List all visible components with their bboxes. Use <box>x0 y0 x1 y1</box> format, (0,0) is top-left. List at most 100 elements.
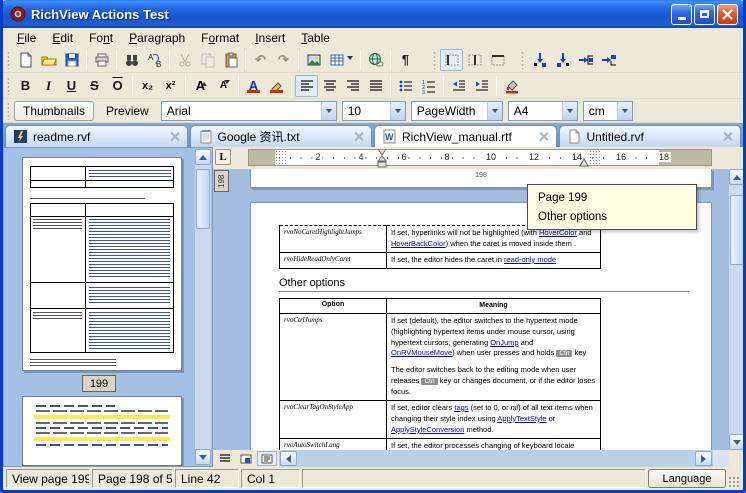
dropdown-arrow-icon[interactable] <box>617 102 632 120</box>
scroll-down-button[interactable] <box>195 449 211 465</box>
page-tooltip: Page 199 Other options <box>527 184 697 230</box>
new-document-button[interactable] <box>14 49 37 71</box>
tab-close-icon[interactable] <box>353 131 364 142</box>
page-layout-button[interactable] <box>257 451 277 466</box>
insert-picture-button[interactable] <box>302 49 325 71</box>
menu-insert[interactable]: Insert <box>247 29 293 47</box>
open-document-button[interactable] <box>37 49 60 71</box>
fill-color-button[interactable] <box>500 75 523 97</box>
web-layout-button[interactable] <box>236 451 256 466</box>
scroll-down-button[interactable] <box>729 434 745 450</box>
tab-google-txt[interactable]: Google 资讯.txt <box>190 125 373 147</box>
grow-font-button[interactable]: A <box>189 75 212 97</box>
dropdown-arrow-icon[interactable] <box>487 102 502 120</box>
preview-button[interactable]: Preview <box>98 101 157 121</box>
minimize-button[interactable] <box>671 4 692 25</box>
paste-button[interactable] <box>219 49 242 71</box>
menu-paragraph[interactable]: Paragraph <box>121 29 193 47</box>
resize-grip[interactable] <box>728 476 740 488</box>
menu-font[interactable]: Font <box>81 29 121 47</box>
language-button[interactable]: Language <box>648 469 726 488</box>
sidenote-button[interactable] <box>574 49 597 71</box>
thumbnail-page-200[interactable] <box>22 396 182 466</box>
strikethrough-button[interactable]: S <box>83 75 106 97</box>
toolbar-grip[interactable] <box>5 102 12 120</box>
horizontal-ruler[interactable]: 2 4 6 8 10 12 14 16 18 <box>248 149 712 166</box>
increase-indent-button[interactable] <box>470 75 493 97</box>
insert-table-button[interactable] <box>325 49 357 71</box>
dropdown-arrow-icon[interactable] <box>562 102 577 120</box>
superscript-button[interactable]: x² <box>159 75 182 97</box>
border-top-button[interactable] <box>486 49 509 71</box>
tab-readme-rvf[interactable]: readme.rvf <box>5 125 188 147</box>
separator <box>291 76 292 96</box>
italic-button[interactable]: I <box>37 75 60 97</box>
zoom-combo[interactable]: PageWidth <box>411 101 503 121</box>
right-indent-marker[interactable] <box>579 158 589 167</box>
toolbar-grip[interactable] <box>5 51 12 69</box>
units-combo[interactable]: cm <box>583 101 633 121</box>
scroll-right-button[interactable] <box>695 451 712 466</box>
scroll-up-button[interactable] <box>729 169 745 185</box>
underline-button[interactable]: U <box>60 75 83 97</box>
horizontal-scrollbar[interactable] <box>279 450 713 467</box>
scrollbar-thumb[interactable] <box>196 169 210 229</box>
menu-table[interactable]: Table <box>293 29 338 47</box>
scrollbar-thumb[interactable] <box>730 195 744 265</box>
numbering-button[interactable]: 123 <box>417 75 440 97</box>
menu-edit[interactable]: Edit <box>44 29 81 47</box>
bullets-button[interactable] <box>394 75 417 97</box>
tab-richview-manual-rtf[interactable]: W RichView_manual.rtf <box>374 125 557 147</box>
menu-format[interactable]: Format <box>193 29 247 47</box>
print-button[interactable] <box>90 49 113 71</box>
tab-stop-type-button[interactable]: L <box>215 149 231 165</box>
endnote-button[interactable] <box>551 49 574 71</box>
thumbnail-page-199[interactable] <box>22 157 182 371</box>
toolbar-grip[interactable] <box>519 51 526 69</box>
find-button[interactable] <box>120 49 143 71</box>
title-bar[interactable]: RichView Actions Test <box>0 0 746 28</box>
overline-button[interactable]: O <box>106 75 129 97</box>
font-size-combo[interactable]: 10 <box>342 101 406 121</box>
bold-button[interactable]: B <box>14 75 37 97</box>
align-left-button[interactable] <box>295 75 318 97</box>
border-center-button[interactable] <box>463 49 486 71</box>
editor-vertical-scrollbar[interactable] <box>729 169 745 450</box>
justify-button[interactable] <box>364 75 387 97</box>
save-button[interactable] <box>60 49 83 71</box>
paper-size-combo[interactable]: A4 <box>508 101 578 121</box>
tab-close-icon[interactable] <box>538 131 549 142</box>
replace-button[interactable]: AB <box>143 49 166 71</box>
font-color-button[interactable]: A <box>242 75 265 97</box>
scroll-up-button[interactable] <box>195 149 211 165</box>
shrink-font-button[interactable]: A <box>212 75 235 97</box>
indent-marker[interactable] <box>377 149 387 168</box>
scroll-left-button[interactable] <box>280 451 297 466</box>
dropdown-arrow-icon[interactable] <box>390 102 405 120</box>
align-right-button[interactable] <box>341 75 364 97</box>
close-button[interactable] <box>717 4 738 25</box>
show-formatting-marks-button[interactable]: ¶ <box>394 49 417 71</box>
thumbnails-scrollbar[interactable] <box>195 149 211 465</box>
document-content[interactable]: rvoNoCaretHighlightJumps If set, hyperli… <box>279 225 693 450</box>
tab-close-icon[interactable] <box>722 131 733 142</box>
decrease-indent-button[interactable] <box>447 75 470 97</box>
tab-close-icon[interactable] <box>169 131 180 142</box>
align-center-button[interactable] <box>318 75 341 97</box>
footnote-button[interactable] <box>528 49 551 71</box>
thumbnails-toggle-button[interactable]: Thumbnails <box>14 101 94 121</box>
subscript-button[interactable]: x₂ <box>136 75 159 97</box>
font-name-combo[interactable]: Arial <box>161 101 337 121</box>
border-left-button[interactable] <box>440 49 463 71</box>
page-199[interactable]: rvoNoCaretHighlightJumps If set, hyperli… <box>250 202 712 450</box>
tab-untitled-rvf[interactable]: Untitled.rvf <box>559 125 742 147</box>
text-highlight-button[interactable] <box>265 75 288 97</box>
menu-file[interactable]: File <box>9 29 44 47</box>
maximize-button[interactable] <box>694 4 715 25</box>
toolbar-grip[interactable] <box>5 77 12 95</box>
normal-view-button[interactable] <box>215 451 235 466</box>
toolbar-grip[interactable] <box>431 51 438 69</box>
insert-hyperlink-button[interactable] <box>364 49 387 71</box>
dropdown-arrow-icon[interactable] <box>321 102 336 120</box>
textbox-button[interactable] <box>597 49 620 71</box>
